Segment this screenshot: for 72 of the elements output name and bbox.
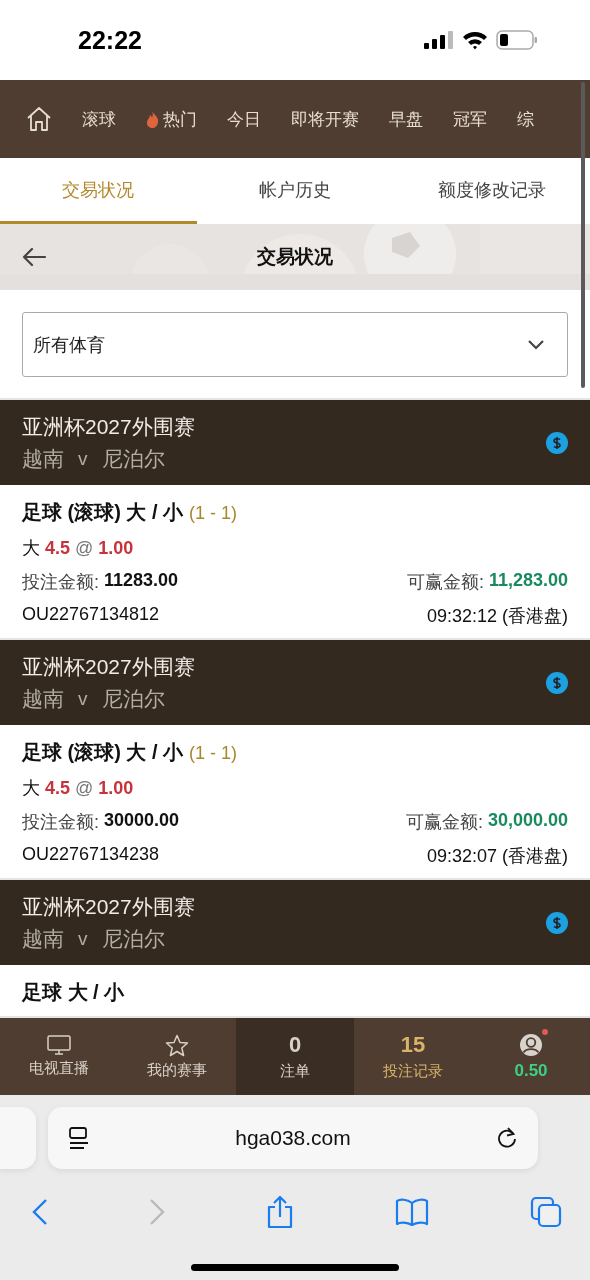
bottom-nav-item[interactable]: 15 投注记录 (354, 1018, 472, 1095)
team-name: 尼泊尔 (101, 925, 165, 952)
team-name: 越南 (22, 925, 64, 952)
nav-tab[interactable]: 今日 (227, 107, 261, 131)
at-sign: @ (75, 538, 94, 559)
battery-icon (496, 30, 538, 50)
sport-dropdown[interactable]: 所有体育 (22, 312, 568, 377)
odds-value: 1.00 (98, 778, 134, 799)
handicap-line: 4.5 (45, 778, 71, 799)
handicap-line: 4.5 (45, 538, 71, 559)
market-title: 足球 (滚球) 大 / 小 (22, 500, 184, 525)
nav-tab[interactable]: 滚球 (82, 107, 116, 131)
pick-label: 大 (22, 777, 40, 800)
flame-icon (146, 110, 159, 128)
home-icon[interactable] (26, 106, 52, 132)
league-name: 亚洲杯2027外围赛 (22, 413, 195, 440)
tv-icon (47, 1035, 71, 1055)
odds-value: 1.00 (98, 538, 134, 559)
wifi-icon (462, 30, 488, 50)
address-bar[interactable]: hga038.com (48, 1107, 538, 1169)
versus-label: v (78, 447, 88, 470)
league-name: 亚洲杯2027外围赛 (22, 653, 195, 680)
nav-tab[interactable]: 热门 (146, 107, 197, 131)
payout-amount: 11,283.00 (488, 570, 568, 592)
stake-label: 投注金额: (22, 811, 99, 834)
bottom-nav-item[interactable]: 0 注单 (236, 1018, 354, 1095)
user-avatar-icon (519, 1032, 543, 1057)
market-title: 足球 (滚球) 大 / 小 (22, 740, 184, 765)
score: (1 - 1) (189, 503, 238, 524)
bookmarks-icon[interactable] (395, 1198, 429, 1226)
dollar-coin-icon (546, 671, 568, 694)
chevron-down-icon (527, 339, 545, 350)
team-name: 尼泊尔 (101, 445, 165, 472)
payout-label: 可赢金额: (406, 571, 484, 594)
bottom-nav-item[interactable]: 我的赛事 (118, 1018, 236, 1095)
bet-time: 09:32:12 (香港盘) (426, 605, 568, 628)
nav-tab[interactable]: 综 (517, 107, 534, 131)
status-time: 22:22 (78, 25, 142, 55)
nav-tab[interactable]: 冠军 (453, 107, 487, 131)
ticket-id: OU22767134238 (22, 844, 160, 866)
versus-label: v (78, 687, 88, 710)
share-icon[interactable] (266, 1195, 294, 1229)
back-icon[interactable] (32, 1198, 48, 1226)
market-title: 足球 大 / 小 (22, 980, 125, 1005)
versus-label: v (78, 927, 88, 950)
dollar-coin-icon (546, 431, 568, 454)
account-button[interactable]: 0.50 (472, 1018, 590, 1095)
nav-tab[interactable]: 即将开赛 (291, 107, 359, 131)
ticket-id: OU22767134812 (22, 604, 160, 626)
nav-tab[interactable]: 早盘 (389, 107, 423, 131)
bottom-nav-item[interactable]: 电视直播 (0, 1018, 118, 1095)
tabs-icon[interactable] (530, 1196, 562, 1228)
score: (1 - 1) (189, 743, 238, 764)
stake-label: 投注金额: (22, 571, 99, 594)
dollar-coin-icon (546, 911, 568, 934)
payout-amount: 30,000.00 (487, 810, 568, 832)
back-arrow-icon[interactable] (22, 247, 46, 267)
stake-amount: 11283.00 (104, 570, 179, 592)
team-name: 尼泊尔 (101, 685, 165, 712)
at-sign: @ (75, 778, 94, 799)
reader-icon (68, 1126, 90, 1150)
stake-amount: 30000.00 (104, 810, 180, 832)
team-name: 越南 (22, 445, 64, 472)
reload-icon[interactable] (496, 1126, 518, 1150)
league-name: 亚洲杯2027外围赛 (22, 893, 195, 920)
bet-time: 09:32:07 (香港盘) (426, 845, 568, 868)
pick-label: 大 (22, 537, 40, 560)
star-icon (165, 1033, 189, 1057)
page-title: 交易状况 (257, 245, 333, 269)
signal-icon (424, 31, 454, 49)
payout-label: 可赢金额: (405, 811, 483, 834)
team-name: 越南 (22, 685, 64, 712)
